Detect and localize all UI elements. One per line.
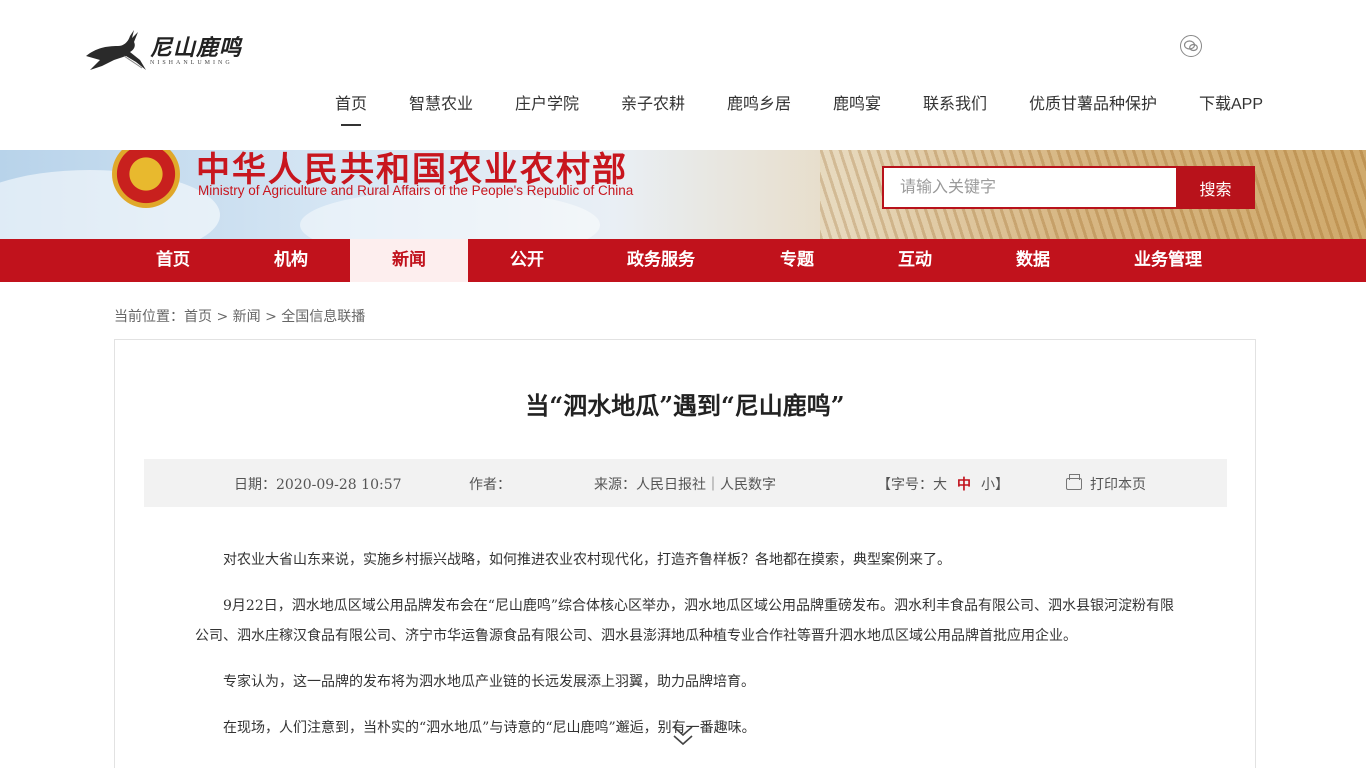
font-size-small-button[interactable]: 小 bbox=[981, 477, 995, 493]
logo-subtext: NISHANLUMING bbox=[150, 60, 233, 66]
font-size-label: 【字号： bbox=[877, 477, 933, 493]
ministry-banner: 中华人民共和国农业农村部 Ministry of Agriculture and… bbox=[0, 150, 1366, 239]
topnav-item-home[interactable]: 首页 bbox=[335, 90, 367, 126]
topnav-item-academy[interactable]: 庄户学院 bbox=[515, 90, 579, 114]
article-paragraph: 9月22日，泗水地瓜区域公用品牌发布会在“尼山鹿鸣”综合体核心区举办，泗水地瓜区… bbox=[195, 598, 1175, 644]
article-source: 来源：人民日报社｜人民数字 bbox=[594, 477, 776, 493]
topnav-item-smart-agriculture[interactable]: 智慧农业 bbox=[409, 90, 473, 114]
ministry-nav: 首页 机构 新闻 公开 政务服务 专题 互动 数据 业务管理 bbox=[0, 239, 1366, 282]
ministry-nav-data[interactable]: 数据 bbox=[974, 239, 1092, 282]
wechat-icon[interactable] bbox=[1180, 35, 1202, 57]
font-size-medium-button[interactable]: 中 bbox=[957, 477, 971, 493]
ministry-nav-topics[interactable]: 专题 bbox=[738, 239, 856, 282]
breadcrumb-separator: > bbox=[260, 309, 282, 325]
site-header: 尼山鹿鸣 NISHANLUMING 首页 智慧农业 庄户学院 亲子农耕 鹿鸣乡居… bbox=[0, 0, 1366, 150]
print-button[interactable]: 打印本页 bbox=[1066, 474, 1146, 494]
topnav-item-download-app[interactable]: 下载APP bbox=[1199, 90, 1263, 114]
breadcrumb-item-home[interactable]: 首页 bbox=[184, 309, 212, 325]
article-container: 当“泗水地瓜”遇到“尼山鹿鸣” 日期：2020-09-28 10:57 作者： … bbox=[114, 339, 1256, 768]
ministry-nav-interaction[interactable]: 互动 bbox=[856, 239, 974, 282]
top-nav: 首页 智慧农业 庄户学院 亲子农耕 鹿鸣乡居 鹿鸣宴 联系我们 优质甘薯品种保护… bbox=[0, 90, 1366, 126]
topnav-item-contact[interactable]: 联系我们 bbox=[923, 90, 987, 114]
deer-icon bbox=[86, 30, 146, 70]
printer-icon bbox=[1066, 474, 1082, 490]
ministry-nav-services[interactable]: 政务服务 bbox=[596, 239, 726, 282]
ministry-nav-public[interactable]: 公开 bbox=[468, 239, 586, 282]
breadcrumb: 当前位置：首页 > 新闻 > 全国信息联播 bbox=[114, 306, 365, 326]
topnav-item-banquet[interactable]: 鹿鸣宴 bbox=[833, 90, 881, 114]
font-size-control: 【字号：大中小】 bbox=[877, 474, 1009, 494]
site-logo[interactable]: 尼山鹿鸣 NISHANLUMING bbox=[84, 24, 254, 74]
topnav-item-homestay[interactable]: 鹿鸣乡居 bbox=[727, 90, 791, 114]
ministry-nav-business[interactable]: 业务管理 bbox=[1100, 239, 1236, 282]
topnav-item-sweet-potato[interactable]: 优质甘薯品种保护 bbox=[1029, 90, 1157, 114]
search-button[interactable]: 搜索 bbox=[1176, 166, 1255, 209]
font-size-label-close: 】 bbox=[995, 477, 1009, 493]
ministry-title-en: Ministry of Agriculture and Rural Affair… bbox=[198, 183, 634, 198]
print-label: 打印本页 bbox=[1090, 477, 1146, 493]
article-author: 作者： bbox=[469, 477, 511, 493]
article-paragraph: 对农业大省山东来说，实施乡村振兴战略，如何推进农业农村现代化，打造齐鲁样板？各地… bbox=[223, 552, 951, 568]
article-paragraph: 专家认为，这一品牌的发布将为泗水地瓜产业链的长远发展添上羽翼，助力品牌培育。 bbox=[223, 674, 755, 690]
breadcrumb-item-news[interactable]: 新闻 bbox=[233, 309, 261, 325]
font-size-large-button[interactable]: 大 bbox=[933, 477, 947, 493]
article-date: 日期：2020-09-28 10:57 bbox=[234, 477, 402, 493]
breadcrumb-item-national[interactable]: 全国信息联播 bbox=[281, 309, 365, 325]
ministry-nav-home[interactable]: 首页 bbox=[114, 239, 232, 282]
topnav-item-family-farming[interactable]: 亲子农耕 bbox=[621, 90, 685, 114]
ministry-nav-news[interactable]: 新闻 bbox=[350, 239, 468, 282]
breadcrumb-prefix: 当前位置： bbox=[114, 309, 184, 325]
scroll-down-icon[interactable] bbox=[672, 724, 694, 748]
article-meta-bar: 日期：2020-09-28 10:57 作者： 来源：人民日报社｜人民数字 【字… bbox=[144, 459, 1227, 507]
ministry-nav-organization[interactable]: 机构 bbox=[232, 239, 350, 282]
cloud-decoration bbox=[0, 170, 220, 239]
article-title: 当“泗水地瓜”遇到“尼山鹿鸣” bbox=[525, 391, 845, 420]
logo-text: 尼山鹿鸣 bbox=[150, 35, 243, 61]
search-input[interactable] bbox=[882, 166, 1178, 209]
breadcrumb-separator: > bbox=[212, 309, 233, 325]
